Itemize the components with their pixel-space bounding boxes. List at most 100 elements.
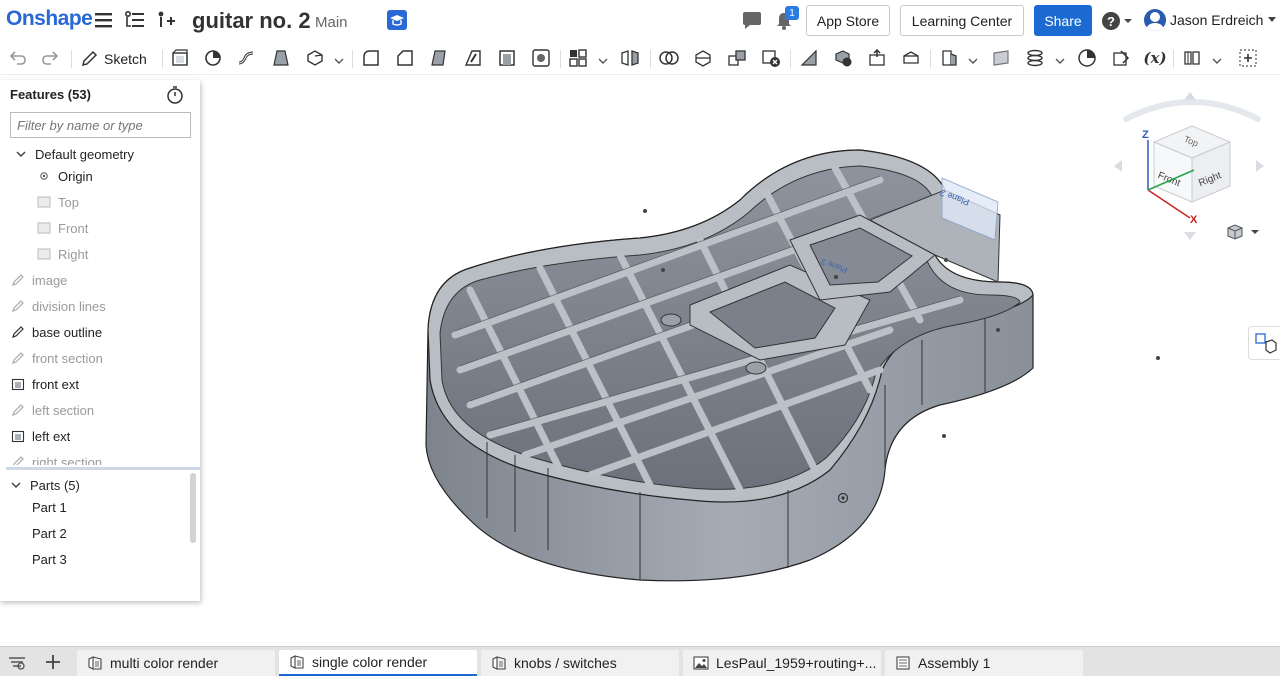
sweep-icon[interactable]: [237, 48, 257, 68]
mirror-icon[interactable]: [620, 48, 640, 68]
tab-knobs-switches[interactable]: knobs / switches: [481, 650, 679, 676]
feature-item-left-ext[interactable]: left ext: [11, 425, 70, 447]
tab-multi-color-render[interactable]: multi color render: [77, 650, 275, 676]
app-store-button[interactable]: App Store: [806, 5, 890, 36]
assembly-icon: [896, 656, 910, 670]
feature-item-image[interactable]: image: [11, 269, 67, 291]
part-item[interactable]: Part 1: [32, 496, 67, 518]
undo-icon[interactable]: [8, 48, 28, 68]
branch-name[interactable]: Main: [315, 14, 348, 31]
variable-button[interactable]: (x): [1143, 48, 1167, 68]
view-options-menu[interactable]: [1225, 222, 1259, 242]
chevron-down-icon[interactable]: [1212, 53, 1222, 64]
add-tab-icon[interactable]: [44, 653, 62, 671]
sketch-icon: [11, 299, 25, 313]
extrude-icon[interactable]: [170, 48, 190, 68]
document-title[interactable]: guitar no. 2: [192, 8, 311, 34]
shell-icon[interactable]: [497, 48, 517, 68]
feature-item-label: Origin: [58, 168, 93, 184]
pane-resize-handle[interactable]: [6, 467, 200, 470]
part-item[interactable]: Part 3: [32, 548, 67, 570]
chevron-down-icon[interactable]: [968, 53, 978, 64]
stopwatch-icon[interactable]: [166, 86, 184, 104]
menu-icon[interactable]: [93, 9, 115, 31]
tab-label: Assembly 1: [918, 655, 991, 671]
avatar: [1144, 9, 1166, 31]
feature-list-icon[interactable]: [124, 9, 146, 31]
feature-item-front-ext[interactable]: front ext: [11, 373, 79, 395]
chevron-down-icon[interactable]: [598, 53, 608, 64]
feature-item-top[interactable]: Top: [37, 191, 79, 213]
user-menu[interactable]: Jason Erdreich: [1144, 9, 1277, 31]
tab-label: single color render: [312, 654, 428, 670]
feature-item-right[interactable]: Right: [37, 243, 88, 265]
tab-lespaul-image[interactable]: LesPaul_1959+routing+...: [683, 650, 881, 676]
feature-item-base-outline[interactable]: base outline: [11, 321, 102, 343]
part-label: Part 1: [32, 499, 67, 515]
move-face-icon[interactable]: [867, 48, 887, 68]
tab-single-color-render[interactable]: single color render: [279, 650, 477, 676]
plane-icon[interactable]: [991, 48, 1011, 68]
tab-manager-icon[interactable]: [8, 653, 26, 671]
thicken-icon[interactable]: [305, 48, 325, 68]
feature-item-origin[interactable]: Origin: [37, 165, 93, 187]
share-button[interactable]: Share: [1034, 5, 1092, 36]
feature-item-division-lines[interactable]: division lines: [11, 295, 106, 317]
learning-hat-icon[interactable]: [386, 9, 408, 31]
replace-face-icon[interactable]: [901, 48, 921, 68]
assign-material-icon[interactable]: [1111, 48, 1131, 68]
help-menu[interactable]: ?: [1101, 10, 1135, 32]
modify-fillet-icon[interactable]: [799, 48, 819, 68]
insert-icon[interactable]: [156, 9, 178, 31]
add-custom-feature-icon[interactable]: [1238, 48, 1258, 68]
revolve-icon[interactable]: [203, 48, 223, 68]
boolean-icon[interactable]: [659, 48, 679, 68]
default-geometry-label: Default geometry: [35, 146, 134, 162]
delete-part-icon[interactable]: [761, 48, 781, 68]
transform-icon[interactable]: [727, 48, 747, 68]
feature-filter-input[interactable]: [10, 112, 191, 138]
rib-icon[interactable]: [463, 48, 483, 68]
feature-item-right-section[interactable]: right section: [11, 451, 102, 465]
plane-icon: [37, 221, 51, 235]
right-panel-toggle[interactable]: [1248, 326, 1280, 360]
split-icon[interactable]: [693, 48, 713, 68]
custom-features-icon[interactable]: [1182, 48, 1202, 68]
learning-center-button[interactable]: Learning Center: [900, 5, 1024, 36]
chevron-down-icon[interactable]: [334, 53, 344, 64]
feature-item-front-section[interactable]: front section: [11, 347, 103, 369]
feature-item-label: division lines: [32, 298, 106, 314]
z-axis-label: Z: [1142, 129, 1149, 141]
feature-item-front[interactable]: Front: [37, 217, 88, 239]
feature-item-label: Top: [58, 194, 79, 210]
chevron-down-icon[interactable]: [9, 478, 23, 492]
user-name: Jason Erdreich: [1170, 12, 1264, 28]
parts-group[interactable]: Parts (5): [9, 474, 80, 496]
comments-icon[interactable]: [741, 10, 763, 32]
chamfer-icon[interactable]: [395, 48, 415, 68]
fillet-icon[interactable]: [361, 48, 381, 68]
sketch-label: Sketch: [104, 51, 147, 67]
part-item[interactable]: Part 2: [32, 522, 67, 544]
feature-item-label: Right: [58, 246, 89, 262]
default-geometry-group[interactable]: Default geometry: [14, 143, 134, 165]
parts-scrollbar[interactable]: [190, 473, 196, 543]
draft-icon[interactable]: [429, 48, 449, 68]
loft-icon[interactable]: [271, 48, 291, 68]
sketch-button[interactable]: Sketch: [80, 48, 147, 70]
measure-icon[interactable]: [1077, 48, 1097, 68]
part-label: Part 2: [32, 525, 67, 541]
redo-icon[interactable]: [40, 48, 60, 68]
view-cube[interactable]: Top Front Right Z X: [1112, 90, 1272, 240]
feature-item-left-section[interactable]: left section: [11, 399, 94, 421]
feature-item-label: base outline: [32, 324, 103, 340]
chevron-down-icon[interactable]: [14, 147, 28, 161]
sheet-metal-icon[interactable]: [939, 48, 959, 68]
chevron-down-icon[interactable]: [1055, 53, 1065, 64]
hole-icon[interactable]: [531, 48, 551, 68]
helix-icon[interactable]: [1025, 48, 1045, 68]
pattern-icon[interactable]: [568, 48, 588, 68]
tab-assembly-1[interactable]: Assembly 1: [885, 650, 1083, 676]
delete-face-icon[interactable]: [833, 48, 853, 68]
onshape-logo[interactable]: Onshape: [6, 7, 93, 31]
